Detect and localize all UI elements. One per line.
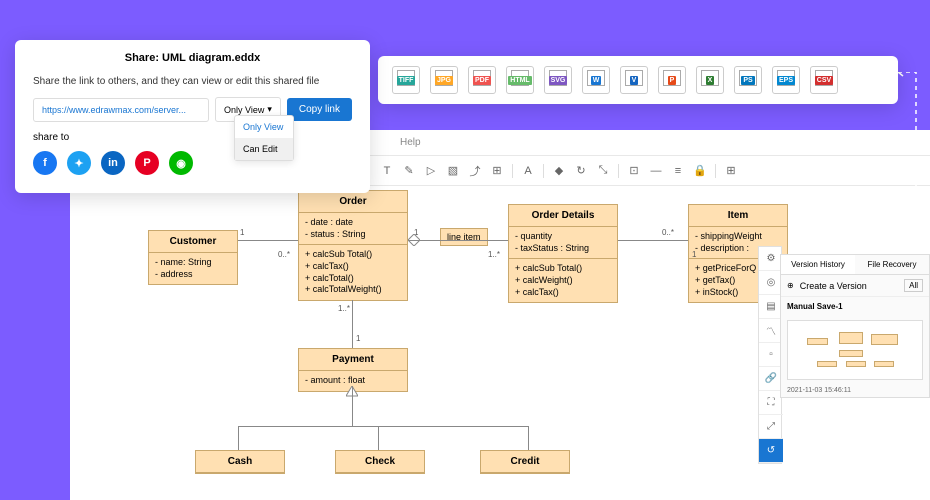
edge [238, 426, 239, 450]
export-ppt[interactable]: P [658, 66, 686, 94]
share-url-input[interactable]: https://www.edrawmax.com/server... [33, 98, 209, 122]
edge [528, 426, 529, 450]
version-thumbnail[interactable] [787, 320, 923, 380]
edge [352, 300, 353, 348]
version-timestamp: 2021-11-03 15:46:11 [781, 384, 929, 397]
class-credit[interactable]: Credit [480, 450, 570, 474]
share-dialog: Share: UML diagram.eddx Share the link t… [15, 40, 370, 193]
export-pdf[interactable]: PDF [468, 66, 496, 94]
copy-link-button[interactable]: Copy link [287, 98, 352, 121]
class-cash[interactable]: Cash [195, 450, 285, 474]
class-customer[interactable]: Customer - name: String - address [148, 230, 238, 285]
permission-dropdown: Only View Can Edit [234, 115, 294, 161]
menu-help[interactable]: Help [400, 137, 421, 148]
edge [238, 240, 298, 241]
line-icon[interactable]: ◉ [169, 151, 193, 175]
edge [238, 426, 528, 427]
edge [378, 426, 379, 450]
permission-option-edit[interactable]: Can Edit [235, 138, 293, 160]
linkedin-icon[interactable]: in [101, 151, 125, 175]
export-excel[interactable]: X [696, 66, 724, 94]
fullscreen-icon[interactable]: ⤢ [759, 415, 783, 439]
tab-version-history[interactable]: Version History [781, 255, 855, 274]
export-word[interactable]: W [582, 66, 610, 94]
chevron-down-icon: ▾ [267, 104, 272, 115]
edge [408, 240, 508, 241]
create-version-button[interactable]: Create a Version [800, 281, 867, 291]
export-html[interactable]: HTML [506, 66, 534, 94]
plus-icon[interactable]: ⊕ [787, 281, 794, 290]
export-ps[interactable]: PS [734, 66, 762, 94]
filter-select[interactable]: All [904, 279, 923, 292]
export-tiff[interactable]: TIFF [392, 66, 420, 94]
share-to-label: share to [33, 132, 352, 143]
permission-option-view[interactable]: Only View [235, 116, 293, 138]
edge [352, 386, 353, 426]
edge [618, 240, 688, 241]
export-jpg[interactable]: JPG [430, 66, 458, 94]
facebook-icon[interactable]: f [33, 151, 57, 175]
history-icon[interactable]: ↺ [759, 439, 783, 463]
share-title: Share: UML diagram.eddx [33, 52, 352, 64]
pinterest-icon[interactable]: P [135, 151, 159, 175]
class-check[interactable]: Check [335, 450, 425, 474]
class-order[interactable]: Order - date : date - status : String + … [298, 190, 408, 301]
twitter-icon[interactable]: ✦ [67, 151, 91, 175]
share-description: Share the link to others, and they can v… [33, 76, 352, 87]
version-entry-name[interactable]: Manual Save-1 [781, 297, 929, 316]
right-tool-strip: ⚙ ◎ ▤ 〽 ▫ 🔗 ⛶ ⤢ ↺ [758, 246, 782, 464]
association-tag: line item [440, 228, 488, 246]
export-visio[interactable]: V [620, 66, 648, 94]
class-order-details[interactable]: Order Details - quantity - taxStatus : S… [508, 204, 618, 303]
export-eps[interactable]: EPS [772, 66, 800, 94]
tab-file-recovery[interactable]: File Recovery [855, 255, 929, 274]
export-svg[interactable]: SVG [544, 66, 572, 94]
version-history-panel: Version History File Recovery ⊕ Create a… [780, 254, 930, 398]
export-csv[interactable]: CSV [810, 66, 838, 94]
export-formats-bar: TIFF JPG PDF HTML SVG W V P X PS EPS CSV [378, 56, 898, 104]
